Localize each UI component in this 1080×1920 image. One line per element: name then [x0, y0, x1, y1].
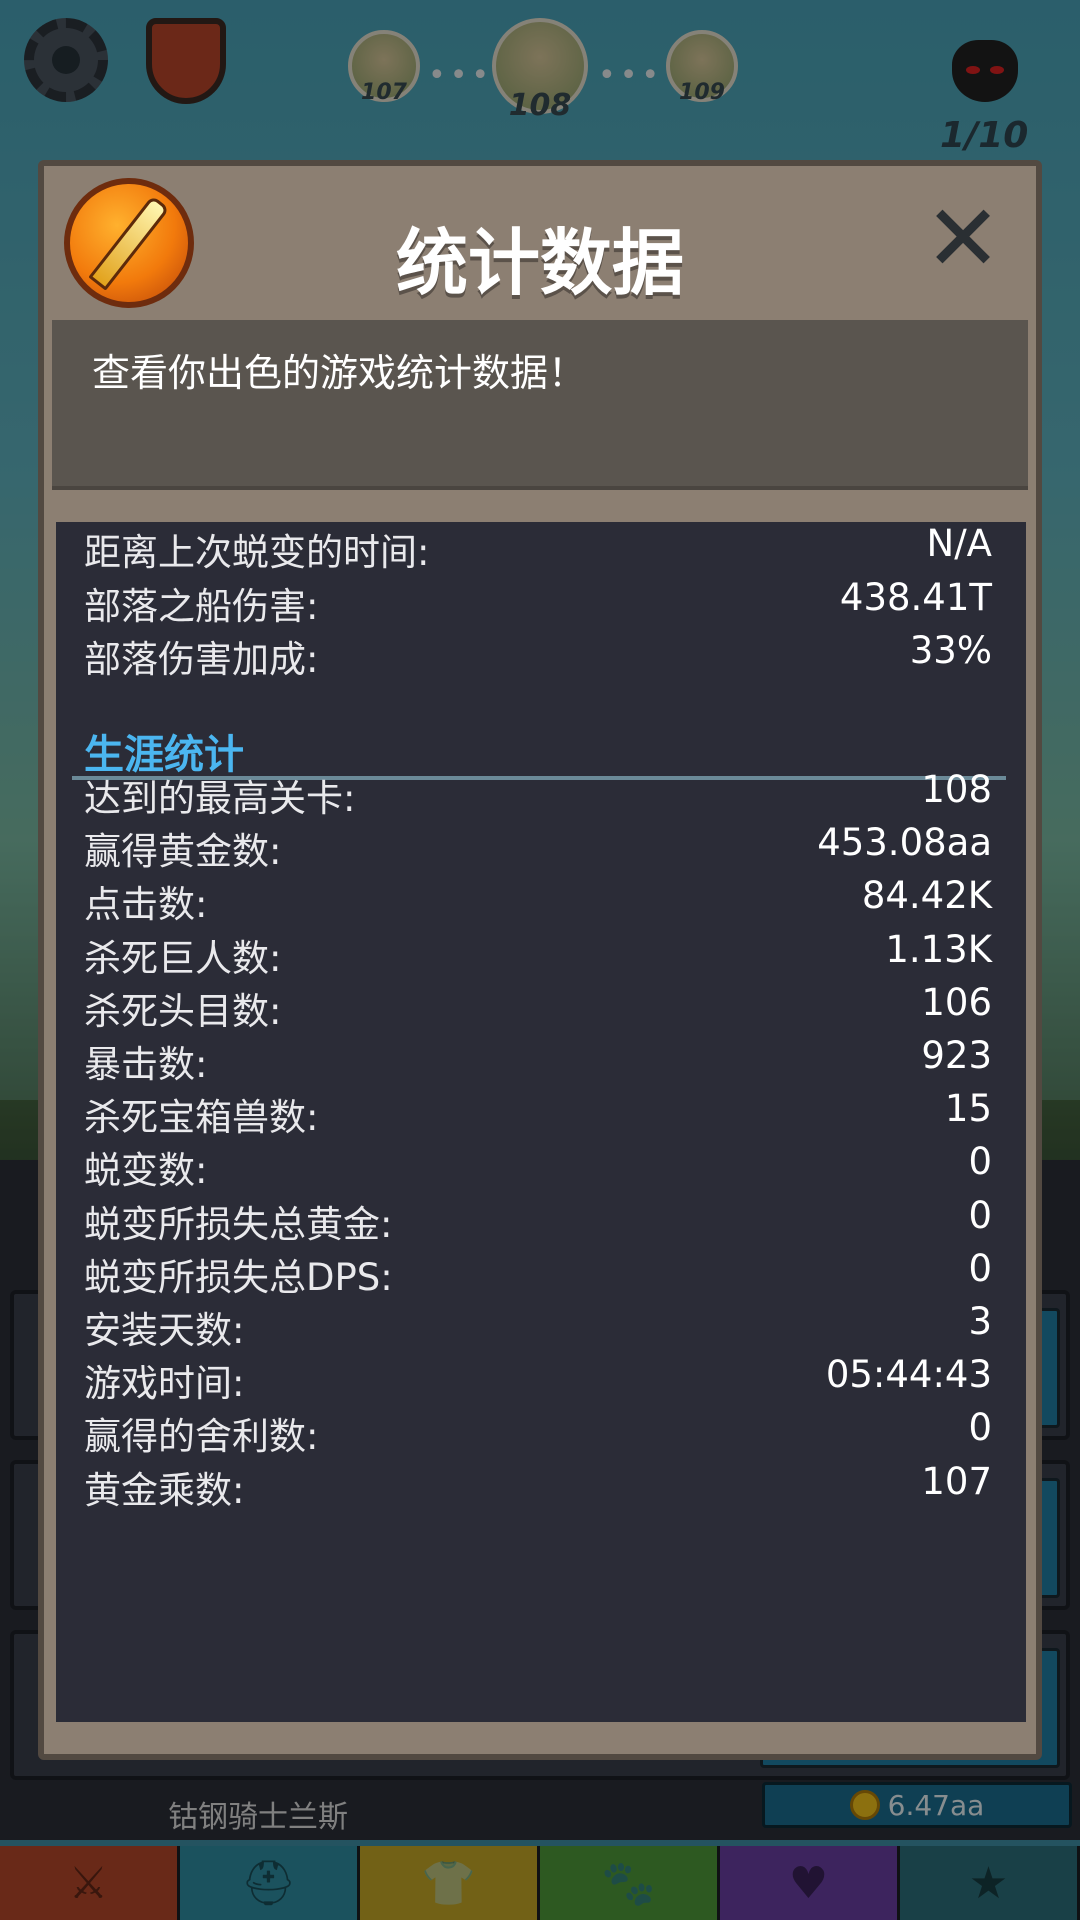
stat-label: 蜕变所损失总DPS:	[84, 1255, 393, 1299]
stat-label: 暴击数:	[84, 1043, 208, 1086]
stat-label: 蜕变数:	[84, 1149, 208, 1193]
stat-value: 108	[921, 768, 992, 811]
stat-value: 33%	[909, 629, 992, 672]
stat-value: 0	[968, 1193, 992, 1237]
stat-value: 0	[968, 1246, 992, 1290]
modal-description: 查看你出色的游戏统计数据！	[92, 351, 587, 395]
stat-value: 453.08aa	[817, 821, 992, 865]
stats-list[interactable]: 生涯统计 距离上次蜕变的时间: N/A 部落之船伤害: 438.41T 部落伤害加成: 3…	[56, 522, 1026, 1722]
stat-label: 部落伤害加成:	[84, 638, 319, 681]
stat-value: 84.42K	[861, 874, 992, 918]
stat-label: 赢得的舍利数:	[84, 1415, 319, 1459]
stat-row: 部落伤害加成: 33%	[56, 623, 1026, 687]
stat-value: 0	[968, 1140, 992, 1184]
stat-value: 923	[921, 1034, 992, 1077]
stat-value: 438.41T	[839, 575, 992, 619]
stat-label: 达到的最高关卡:	[84, 777, 356, 820]
stat-label: 蜕变所损失总黄金:	[84, 1202, 393, 1246]
stat-label: 杀死巨人数:	[84, 936, 282, 980]
stat-value: 1.13K	[885, 927, 992, 971]
stat-label: 安装天数:	[84, 1309, 245, 1352]
stat-label: 赢得黄金数:	[84, 830, 282, 874]
stat-label: 部落之船伤害:	[84, 584, 319, 628]
close-icon[interactable]: ✕	[920, 193, 1006, 285]
stat-value: 05:44:43	[825, 1353, 992, 1397]
stat-value: 3	[968, 1300, 992, 1343]
stat-value: 106	[921, 980, 992, 1024]
modal-title: 统计数据	[395, 221, 684, 305]
stats-modal: 统计数据 ✕ 查看你出色的游戏统计数据！ 生涯统计 距离上次蜕变的时间: N/A 部…	[38, 160, 1042, 1760]
stat-label: 杀死头目数:	[84, 989, 282, 1033]
stat-value: 15	[944, 1087, 992, 1131]
description-box: 查看你出色的游戏统计数据！	[52, 320, 1028, 490]
stat-value: 107	[921, 1459, 992, 1503]
stat-label: 黄金乘数:	[84, 1468, 245, 1512]
stat-value: N/A	[926, 522, 992, 565]
stat-label: 距离上次蜕变的时间:	[84, 531, 430, 574]
stat-value: 0	[968, 1406, 992, 1450]
stat-row: 黄金乘数: 107	[56, 1454, 1026, 1518]
stat-label: 游戏时间:	[84, 1362, 245, 1406]
stat-label: 杀死宝箱兽数:	[84, 1096, 319, 1140]
stat-label: 点击数:	[84, 883, 208, 927]
